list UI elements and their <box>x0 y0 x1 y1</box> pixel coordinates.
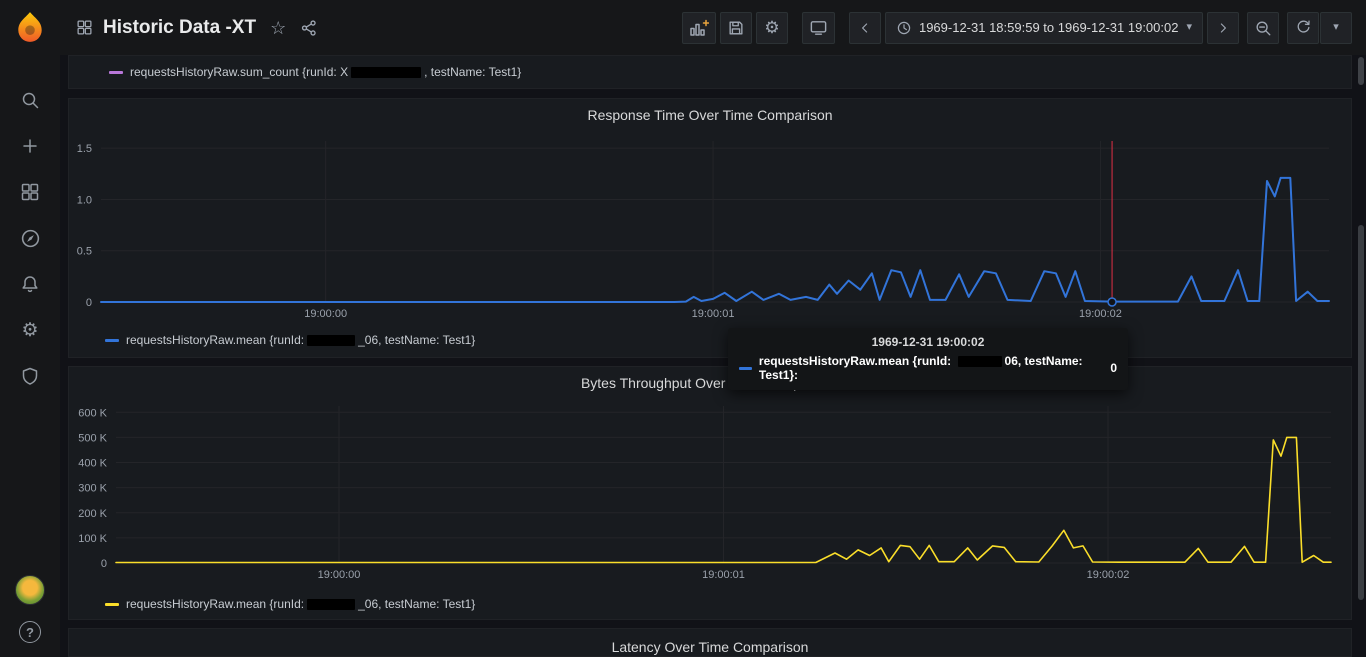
svg-text:1.5: 1.5 <box>77 143 92 155</box>
legend-item-bytes-mean[interactable]: requestsHistoryRaw.mean {runId: _06, tes… <box>105 597 475 611</box>
svg-text:500 K: 500 K <box>78 432 107 444</box>
grafana-flame-icon <box>18 12 42 42</box>
help-icon[interactable]: ? <box>19 621 41 643</box>
time-range-label: 1969-12-31 18:59:59 to 1969-12-31 19:00:… <box>918 20 1179 35</box>
search-icon[interactable] <box>19 89 41 111</box>
star-icon[interactable]: ☆ <box>270 19 286 37</box>
legend-scrollbar-thumb[interactable] <box>1358 57 1364 85</box>
svg-text:1.0: 1.0 <box>77 194 92 206</box>
legend-label-post: _06, testName: Test1} <box>358 333 476 347</box>
add-panel-button[interactable] <box>681 11 716 44</box>
bytes-throughput-chart[interactable]: 0 100 K 200 K 300 K 400 K 500 K 600 K 19:00:00 1… <box>69 367 1351 585</box>
svg-text:0.5: 0.5 <box>77 246 92 258</box>
dashboard-canvas: requestsHistoryRaw.sum_count {runId: X , … <box>60 55 1366 657</box>
clock-icon <box>897 21 911 34</box>
svg-text:19:00:01: 19:00:01 <box>692 308 735 320</box>
svg-text:19:00:00: 19:00:00 <box>318 569 361 581</box>
admin-shield-icon[interactable] <box>19 365 41 387</box>
response-time-chart[interactable]: 0 0.5 1.0 1.5 19:00:00 19:00:01 19:00:02 <box>69 99 1351 334</box>
series-color-dash <box>105 338 119 342</box>
kiosk-tv-button[interactable] <box>801 11 835 44</box>
svg-text:19:00:02: 19:00:02 <box>1087 569 1130 581</box>
tooltip-label: requestsHistoryRaw.mean {runId: 06, test… <box>758 354 1083 382</box>
redacted-run-id <box>351 66 422 78</box>
redacted-run-id <box>957 356 1002 368</box>
refresh-button[interactable] <box>1287 11 1319 44</box>
tooltip-value: 0 <box>1110 361 1117 375</box>
chevron-down-icon: ▾ <box>1186 21 1192 33</box>
help-glyph: ? <box>26 624 34 640</box>
legend-label-pre: requestsHistoryRaw.mean {runId: <box>126 333 305 347</box>
series-color-dash <box>105 602 119 606</box>
legend-label-post: _06, testName: Test1} <box>358 597 476 611</box>
navbar-actions: ⚙ 1969-12-31 18:59:59 to 1969-12-31 19:0… <box>681 11 1352 44</box>
dashboard-settings-button[interactable]: ⚙ <box>755 11 788 44</box>
user-avatar[interactable] <box>15 575 45 605</box>
dashboard-grid-icon <box>76 19 93 36</box>
svg-text:100 K: 100 K <box>78 533 107 545</box>
time-shift-back-button[interactable] <box>848 11 881 44</box>
refresh-interval-dropdown[interactable]: ▾ <box>1320 11 1352 44</box>
grafana-logo[interactable] <box>12 9 48 45</box>
create-plus-icon[interactable] <box>19 135 41 157</box>
redacted-run-id <box>307 334 356 346</box>
alerting-bell-icon[interactable] <box>19 273 41 295</box>
panel-title[interactable]: Latency Over Time Comparison <box>69 639 1351 655</box>
svg-text:400 K: 400 K <box>78 458 107 470</box>
series-color-dash <box>739 366 752 370</box>
legend-label-pre: requestsHistoryRaw.sum_count {runId: X <box>130 65 349 79</box>
panel-latency-partial: Latency Over Time Comparison <box>68 628 1352 657</box>
explore-compass-icon[interactable] <box>19 227 41 249</box>
panel-requests-count-partial: requestsHistoryRaw.sum_count {runId: X , … <box>68 55 1352 89</box>
panel-response-time: Response Time Over Time Comparison 0 0.5 1… <box>68 98 1352 358</box>
legend-item-response-mean[interactable]: requestsHistoryRaw.mean {runId: _06, tes… <box>105 333 475 347</box>
save-dashboard-button[interactable] <box>719 11 752 44</box>
time-range-picker[interactable]: 1969-12-31 18:59:59 to 1969-12-31 19:00:… <box>884 11 1203 44</box>
svg-text:600 K: 600 K <box>78 407 107 419</box>
tooltip-series-row: requestsHistoryRaw.mean {runId: 06, test… <box>739 354 1117 382</box>
svg-text:19:00:02: 19:00:02 <box>1079 308 1122 320</box>
sidebar: ⚙ ? <box>0 0 60 657</box>
svg-text:19:00:00: 19:00:00 <box>304 308 347 320</box>
share-icon[interactable] <box>300 19 318 37</box>
svg-text:19:00:01: 19:00:01 <box>702 569 745 581</box>
legend-label-post: , testName: Test1} <box>424 65 522 79</box>
svg-text:0: 0 <box>86 297 92 309</box>
dashboards-icon[interactable] <box>19 181 41 203</box>
configuration-gear-icon[interactable]: ⚙ <box>19 319 41 341</box>
svg-text:300 K: 300 K <box>78 483 107 495</box>
series-color-dash <box>109 70 123 74</box>
legend-item-sum-count[interactable]: requestsHistoryRaw.sum_count {runId: X , … <box>109 65 521 79</box>
time-shift-forward-button[interactable] <box>1207 11 1239 44</box>
svg-text:0: 0 <box>101 558 107 570</box>
svg-text:200 K: 200 K <box>78 508 107 520</box>
top-navbar: Historic Data -XT ☆ ⚙ 1969-12-31 18:59:5… <box>60 0 1366 55</box>
legend-label-pre: requestsHistoryRaw.mean {runId: <box>126 597 305 611</box>
panel-bytes-throughput: Bytes Throughput Over Time Comparison 01… <box>68 366 1352 620</box>
redacted-run-id <box>307 598 356 610</box>
dashboard-title[interactable]: Historic Data -XT <box>103 17 256 39</box>
page-scrollbar-thumb[interactable] <box>1358 225 1364 600</box>
tooltip-timestamp: 1969-12-31 19:00:02 <box>871 335 985 349</box>
zoom-out-button[interactable] <box>1247 11 1279 44</box>
chart-hover-tooltip: 1969-12-31 19:00:02 requestsHistoryRaw.m… <box>728 328 1128 390</box>
